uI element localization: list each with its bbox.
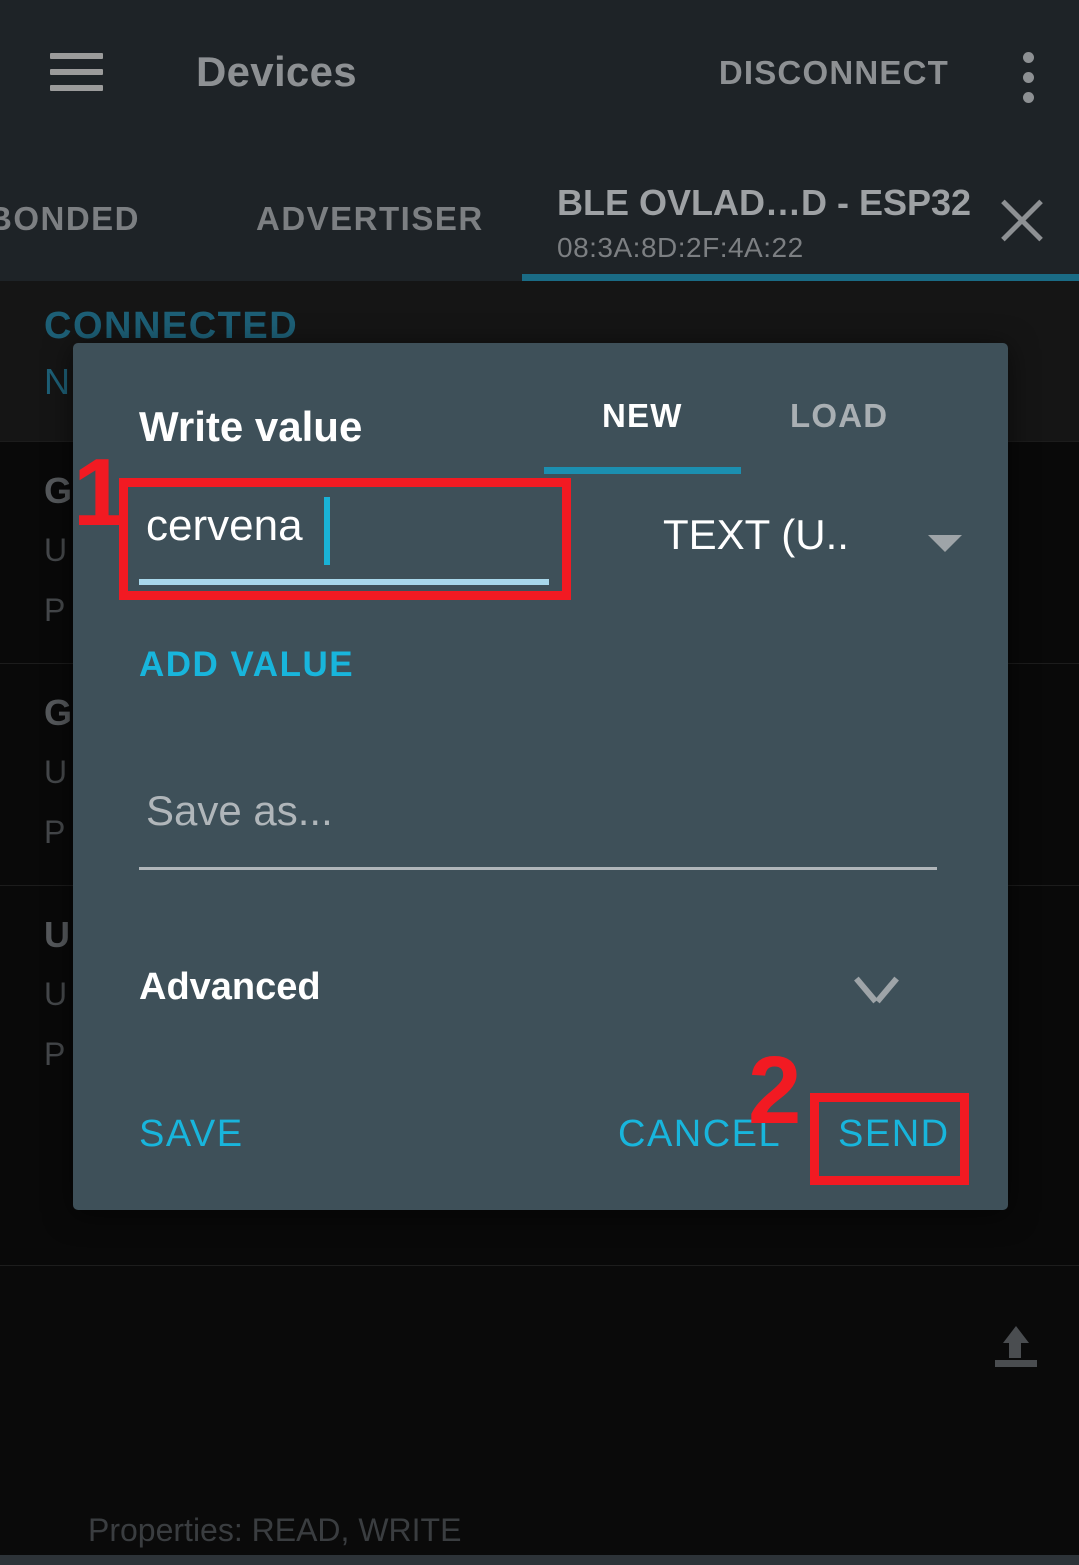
bottom-divider <box>0 1265 1079 1266</box>
screen: CONNECTED N G U P G U P U U P Properties… <box>0 0 1079 1565</box>
advanced-label: Advanced <box>139 966 321 1008</box>
bottom-navigation-bar <box>0 1555 1079 1565</box>
dialog-tab-indicator <box>544 467 741 474</box>
row-props: P <box>44 1036 66 1072</box>
value-type-label: TEXT (U.. <box>663 511 849 558</box>
row-uuid: U <box>44 976 68 1012</box>
annotation-box-2 <box>810 1093 969 1185</box>
row-uuid: U <box>44 754 68 790</box>
tab-new[interactable]: NEW <box>602 397 683 435</box>
row-title: G <box>44 470 73 511</box>
disconnect-button[interactable]: DISCONNECT <box>719 54 949 92</box>
chevron-down-icon[interactable] <box>928 535 962 552</box>
value-type-select[interactable]: TEXT (U.. <box>663 503 973 573</box>
tab-device-mac: 08:3A:8D:2F:4A:22 <box>557 232 804 263</box>
tab-device-name: BLE OVLAD…D - ESP32 <box>557 182 972 223</box>
chevron-down-icon[interactable] <box>854 975 900 1001</box>
row-properties-line: Properties: READ, WRITE <box>88 1512 462 1548</box>
upload-icon[interactable] <box>995 1326 1037 1372</box>
tab-indicator <box>522 274 1079 281</box>
more-vertical-icon[interactable] <box>1023 52 1035 104</box>
add-value-button[interactable]: ADD VALUE <box>139 645 354 685</box>
tab-bonded[interactable]: BONDED <box>0 200 140 238</box>
annotation-step-2: 2 <box>748 1037 802 1144</box>
tab-device[interactable]: BLE OVLAD…D - ESP32 08:3A:8D:2F:4A:22 <box>522 148 1079 281</box>
connected-subtitle: N <box>44 361 70 402</box>
row-props: P <box>44 592 66 628</box>
annotation-box-1 <box>119 478 571 600</box>
save-as-input[interactable]: Save as... <box>139 787 937 877</box>
annotation-step-1: 1 <box>73 439 127 546</box>
close-icon[interactable] <box>995 193 1049 247</box>
row-title: U <box>44 914 70 955</box>
write-value-dialog: Write value NEW LOAD cervena TEXT (U.. A… <box>73 343 1008 1210</box>
row-title: G <box>44 692 73 733</box>
save-as-placeholder: Save as... <box>146 787 333 834</box>
dialog-title: Write value <box>139 403 363 450</box>
row-props: P <box>44 814 66 850</box>
row-uuid: U <box>44 532 68 568</box>
save-button[interactable]: SAVE <box>139 1113 244 1156</box>
connected-header: CONNECTED <box>44 305 299 347</box>
page-title: Devices <box>196 48 357 95</box>
tab-load[interactable]: LOAD <box>790 397 888 435</box>
app-bar: Devices DISCONNECT <box>0 0 1079 148</box>
hamburger-menu-icon[interactable] <box>50 53 103 91</box>
tab-advertiser[interactable]: ADVERTISER <box>256 200 484 238</box>
save-as-underline <box>139 867 937 870</box>
